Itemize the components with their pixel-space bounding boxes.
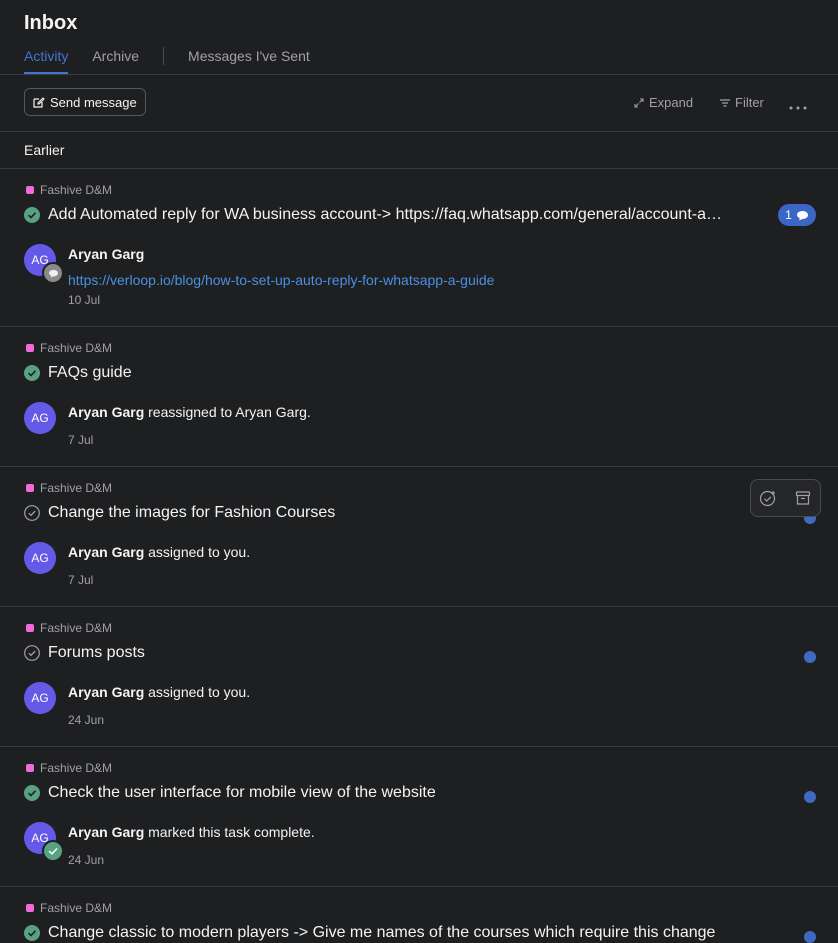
expand-button[interactable]: Expand <box>634 95 693 110</box>
mark-complete-button[interactable] <box>758 488 778 508</box>
activity-action: assigned to you. <box>144 544 251 560</box>
task-title[interactable]: Forums posts <box>48 644 145 662</box>
activity-date: 7 Jul <box>68 433 94 447</box>
item-hover-actions <box>750 479 821 517</box>
task-title[interactable]: Check the user interface for mobile view… <box>48 784 436 802</box>
task-row[interactable]: Forums posts <box>24 644 145 662</box>
project-color-dot <box>26 344 34 352</box>
unread-dot <box>804 791 816 803</box>
expand-label: Expand <box>649 95 694 110</box>
task-row[interactable]: Change the images for Fashion Courses <box>24 504 335 522</box>
actor-name[interactable]: Aryan Garg <box>68 404 144 420</box>
activity-action: reassigned to Aryan Garg. <box>144 404 311 420</box>
project-color-dot <box>26 904 34 912</box>
filter-icon <box>720 98 730 107</box>
project-color-dot <box>26 764 34 772</box>
activity-text: Aryan Garg assigned to you. <box>68 684 250 700</box>
tab-messages-sent[interactable]: Messages I've Sent <box>188 46 310 74</box>
inbox-item[interactable]: Fashive D&M Add Automated reply for WA b… <box>0 169 838 327</box>
section-label: Earlier <box>24 142 65 158</box>
send-message-label: Send message <box>50 94 137 110</box>
incomplete-check-icon[interactable] <box>24 645 40 661</box>
archive-button[interactable] <box>793 488 813 508</box>
task-row[interactable]: Add Automated reply for WA business acco… <box>24 206 722 224</box>
activity-text: Aryan Garg assigned to you. <box>68 544 250 560</box>
project-color-dot <box>26 624 34 632</box>
actor-name[interactable]: Aryan Garg <box>68 684 144 700</box>
activity-date: 10 Jul <box>68 293 101 307</box>
inbox-item[interactable]: Fashive D&M Check the user interface for… <box>0 747 838 887</box>
task-row[interactable]: Change classic to modern players -> Give… <box>24 924 715 942</box>
comment-link[interactable]: https://verloop.io/blog/how-to-set-up-au… <box>68 272 494 288</box>
completed-check-icon[interactable] <box>24 365 40 381</box>
tab-archive[interactable]: Archive <box>92 46 139 74</box>
tab-bar: Activity Archive Messages I've Sent <box>24 46 334 75</box>
compose-icon <box>33 97 45 108</box>
activity-date: 24 Jun <box>68 853 105 867</box>
completed-check-icon[interactable] <box>24 925 40 941</box>
completed-check-icon[interactable] <box>24 207 40 223</box>
page-title: Inbox <box>24 12 78 34</box>
inbox-item[interactable]: Fashive D&M Forums posts AG Aryan Garg a… <box>0 607 838 747</box>
activity-action: assigned to you. <box>144 684 251 700</box>
completed-check-icon[interactable] <box>24 785 40 801</box>
inbox-item[interactable]: Fashive D&M FAQs guide AG Aryan Garg rea… <box>0 327 838 467</box>
activity-text: Aryan Garg reassigned to Aryan Garg. <box>68 404 311 420</box>
more-horizontal-icon <box>789 106 807 110</box>
activity-date: 7 Jul <box>68 573 94 587</box>
avatar[interactable]: AG <box>24 542 56 574</box>
task-title[interactable]: FAQs guide <box>48 364 132 382</box>
project-label[interactable]: Fashive D&M <box>26 341 112 355</box>
activity-text: Aryan Garg <box>68 246 144 262</box>
tab-divider <box>163 47 165 65</box>
project-label[interactable]: Fashive D&M <box>26 183 112 197</box>
inbox-item[interactable]: Fashive D&M Change the images for Fashio… <box>0 467 838 607</box>
task-title[interactable]: Change the images for Fashion Courses <box>48 504 335 522</box>
avatar[interactable]: AG <box>24 682 56 714</box>
comment-count-badge[interactable]: 1 <box>778 204 816 226</box>
section-header-earlier: Earlier <box>0 132 838 169</box>
comment-icon <box>796 210 808 220</box>
unread-dot <box>804 931 816 943</box>
project-label[interactable]: Fashive D&M <box>26 761 112 775</box>
check-icon <box>48 847 58 855</box>
unread-dot <box>804 651 816 663</box>
project-label[interactable]: Fashive D&M <box>26 901 112 915</box>
incomplete-check-icon[interactable] <box>24 505 40 521</box>
avatar-complete-badge <box>42 840 64 862</box>
check-circle-icon <box>760 490 776 507</box>
inbox-item[interactable]: Fashive D&M Change classic to modern pla… <box>0 887 838 943</box>
project-label[interactable]: Fashive D&M <box>26 621 112 635</box>
task-title[interactable]: Change classic to modern players -> Give… <box>48 924 715 942</box>
project-color-dot <box>26 186 34 194</box>
archive-icon <box>795 491 810 505</box>
avatar-comment-badge <box>42 262 64 284</box>
actor-name[interactable]: Aryan Garg <box>68 246 144 262</box>
filter-label: Filter <box>735 95 764 110</box>
avatar[interactable]: AG <box>24 402 56 434</box>
toolbar: Send message Expand Filter <box>0 75 838 132</box>
inbox-header: Inbox Activity Archive Messages I've Sen… <box>0 0 838 75</box>
activity-action: marked this task complete. <box>144 824 315 840</box>
project-label[interactable]: Fashive D&M <box>26 481 112 495</box>
tab-activity[interactable]: Activity <box>24 46 69 74</box>
more-options-button[interactable] <box>789 97 807 115</box>
actor-name[interactable]: Aryan Garg <box>68 544 144 560</box>
comment-icon <box>48 269 58 278</box>
activity-text: Aryan Garg marked this task complete. <box>68 824 315 840</box>
activity-date: 24 Jun <box>68 713 105 727</box>
actor-name[interactable]: Aryan Garg <box>68 824 144 840</box>
filter-button[interactable]: Filter <box>720 95 764 110</box>
expand-icon <box>634 97 644 108</box>
task-row[interactable]: FAQs guide <box>24 364 132 382</box>
project-color-dot <box>26 484 34 492</box>
task-title[interactable]: Add Automated reply for WA business acco… <box>48 206 722 224</box>
send-message-button[interactable]: Send message <box>24 88 146 116</box>
task-row[interactable]: Check the user interface for mobile view… <box>24 784 436 802</box>
